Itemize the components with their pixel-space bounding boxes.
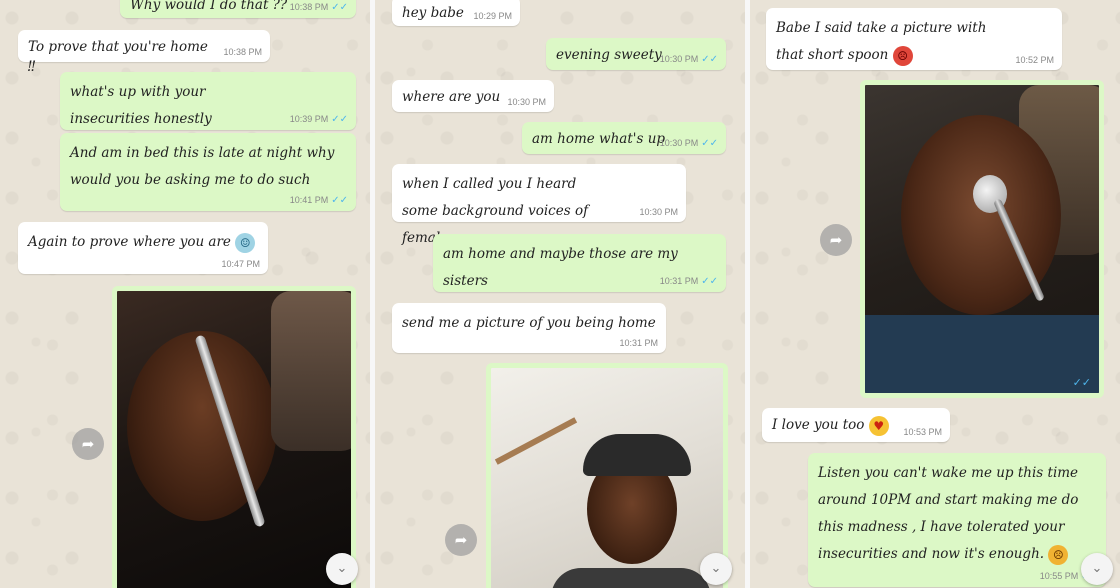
chat-panel-2: hey babe 10:29 PM evening sweety 10:30 P…: [375, 0, 745, 588]
message-time: 10:52 PM: [1015, 55, 1054, 65]
chat-panel-3: Babe I said take a picture with that sho…: [750, 0, 1120, 588]
message-outgoing[interactable]: Why would I do that ?? 10:38 PM ✓✓: [120, 0, 356, 18]
message-text: send me a picture of you being home: [402, 315, 656, 331]
share-arrow-icon[interactable]: ➦: [445, 524, 477, 556]
message-incoming[interactable]: hey babe 10:29 PM: [392, 0, 520, 26]
share-arrow-icon[interactable]: ➦: [820, 224, 852, 256]
message-time: 10:38 PM: [289, 2, 329, 12]
photo-message[interactable]: [112, 286, 356, 588]
read-receipt-icon: ✓✓: [331, 2, 348, 13]
message-incoming[interactable]: I love you too ♥ 10:53 PM: [762, 408, 950, 442]
message-incoming[interactable]: when I called you I heard some backgroun…: [392, 164, 686, 246]
message-time: 10:41 PM: [289, 195, 329, 205]
message-time: 10:55 PM: [1039, 571, 1079, 581]
message-text: Babe I said take a picture with that sho…: [776, 20, 987, 63]
chat-panel-1: Why would I do that ?? 10:38 PM ✓✓ To pro…: [0, 0, 370, 588]
message-outgoing[interactable]: am home and maybe those are my sisters 1…: [433, 234, 726, 292]
angry-face-emoji-icon: ☹: [892, 45, 913, 66]
photo-message[interactable]: [486, 363, 728, 588]
message-incoming[interactable]: Babe I said take a picture with that sho…: [766, 8, 1062, 70]
message-time: 10:30 PM: [639, 207, 678, 217]
read-receipt-icon: ✓✓: [701, 276, 718, 287]
message-time: 10:39 PM: [289, 114, 329, 124]
message-time: 10:31 PM: [659, 276, 699, 286]
pillow-shape: [271, 291, 351, 451]
message-text: Listen you can't wake me up this time ar…: [818, 465, 1079, 562]
persevering-face-emoji-icon: ☹: [1048, 544, 1069, 565]
read-receipt-icon: ✓✓: [331, 114, 348, 125]
chevron-double-down-icon[interactable]: ⌄: [700, 553, 732, 585]
message-outgoing[interactable]: Listen you can't wake me up this time ar…: [808, 453, 1106, 587]
message-time: 10:38 PM: [223, 47, 262, 57]
message-time: 10:31 PM: [619, 338, 658, 348]
message-time: 10:29 PM: [473, 11, 512, 21]
read-receipt-icon: ✓✓: [701, 54, 718, 65]
message-outgoing[interactable]: evening sweety 10:30 PM ✓✓: [546, 38, 726, 70]
message-time: 10:53 PM: [903, 427, 942, 437]
message-incoming[interactable]: Again to prove where you are ☺ 10:47 PM: [18, 222, 268, 274]
cap-shape: [583, 434, 691, 476]
shirt-shape: [551, 568, 711, 588]
message-time: 10:30 PM: [659, 54, 699, 64]
message-time: 10:30 PM: [507, 97, 546, 107]
message-outgoing[interactable]: what's up with your insecurities honestl…: [60, 72, 356, 130]
message-text: And am in bed this is late at night why …: [70, 145, 335, 188]
message-incoming[interactable]: where are you 10:30 PM: [392, 80, 554, 112]
chevron-double-down-icon[interactable]: ⌄: [1081, 553, 1113, 585]
message-incoming[interactable]: To prove that you're home ‼ 10:38 PM: [18, 30, 270, 75]
chevron-double-down-icon[interactable]: ⌄: [326, 553, 358, 585]
message-incoming[interactable]: send me a picture of you being home 10:3…: [392, 303, 666, 353]
read-receipt-icon: ✓✓: [701, 138, 718, 149]
message-outgoing[interactable]: am home what's up 10:30 PM ✓✓: [522, 122, 726, 154]
person-shrugging-emoji-icon: ☺: [235, 232, 256, 253]
ceiling-beam-shape: [494, 417, 578, 465]
message-text: I love you too: [772, 417, 865, 433]
message-outgoing[interactable]: And am in bed this is late at night why …: [60, 133, 356, 211]
message-text: Again to prove where you are: [28, 234, 231, 250]
share-arrow-icon[interactable]: ➦: [72, 428, 104, 460]
message-time: 10:47 PM: [221, 259, 260, 269]
photo-message[interactable]: ✓✓: [860, 80, 1104, 398]
message-time: 10:30 PM: [659, 138, 699, 148]
read-receipt-icon: ✓✓: [1072, 376, 1091, 389]
heart-eyes-emoji-icon: ♥: [868, 415, 889, 436]
read-receipt-icon: ✓✓: [331, 195, 348, 206]
shirt-shape: [865, 315, 1099, 393]
